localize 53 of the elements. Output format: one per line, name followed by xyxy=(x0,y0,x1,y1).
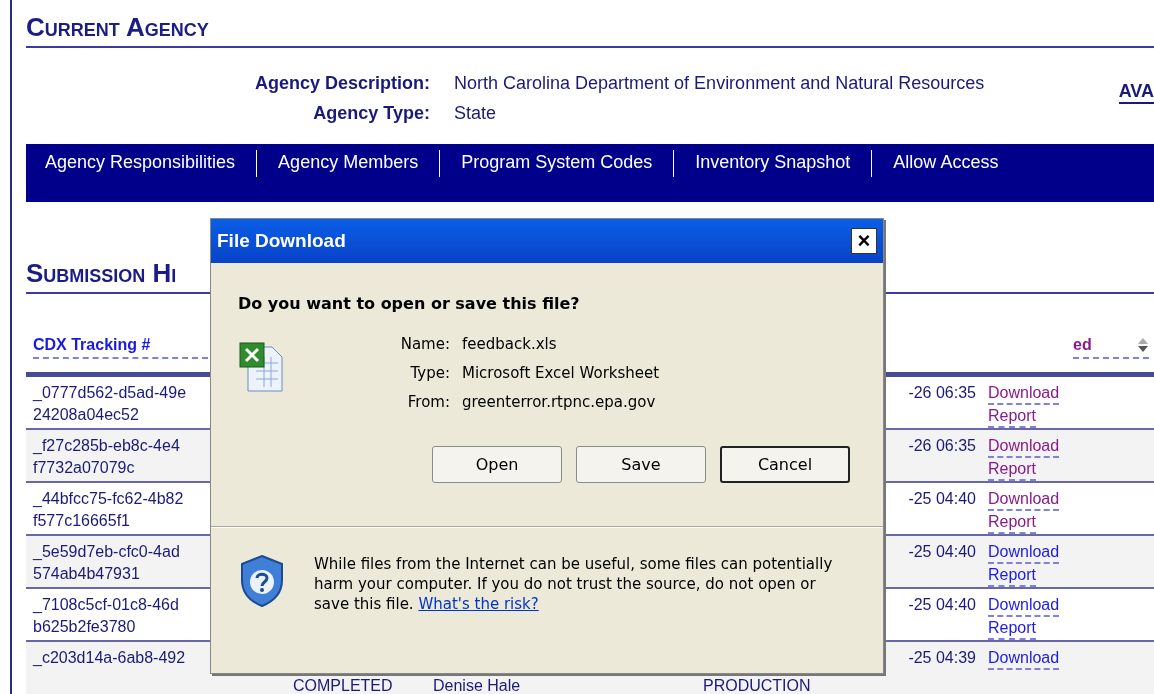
report-link[interactable]: Report xyxy=(988,458,1037,481)
table-cell-text: -26 06:35 xyxy=(907,383,977,403)
file-info-label: Name: xyxy=(399,335,450,353)
dialog-button[interactable]: Save xyxy=(576,446,706,483)
table-cell-text: _f27c285b-eb8c-4e4 f7732a07079c xyxy=(31,436,180,478)
table-cell-text: -25 04:40 xyxy=(907,489,977,509)
table-cell-text: _5e59d7eb-cfc0-4ad 574ab4b47931 xyxy=(31,542,180,584)
file-info-value: feedback.xls xyxy=(462,335,558,353)
download-link[interactable]: Download xyxy=(988,488,1060,511)
dialog-question: Do you want to open or save this file? xyxy=(238,294,581,313)
table-cell: COMPLETED xyxy=(293,677,393,694)
table-cell: Denise Hale xyxy=(433,677,521,694)
download-link[interactable]: Download xyxy=(988,594,1060,617)
download-link[interactable]: Download xyxy=(988,382,1060,405)
table-cell-text: -25 04:39 xyxy=(907,648,977,668)
tab[interactable]: Agency Responsibilities xyxy=(26,150,257,177)
field-value: North Carolina Department of Environment and Natural Resources xyxy=(454,73,985,94)
tab[interactable]: Allow Access xyxy=(871,150,1020,177)
file-info-value: Microsoft Excel Worksheet xyxy=(462,364,660,382)
table-cell-text: -25 04:40 xyxy=(907,595,977,615)
table-cell-text: _44bfcc75-fc62-4b82 f577c16665f1 xyxy=(31,489,184,531)
field-label: Agency Description: xyxy=(253,73,430,94)
close-button[interactable]: × xyxy=(851,228,877,254)
download-link[interactable]: Download xyxy=(988,541,1060,564)
file-info-value: greenterror.rtpnc.epa.gov xyxy=(462,393,657,411)
table-cell-text: -26 06:35 xyxy=(907,436,977,456)
field-value: State xyxy=(454,103,498,124)
tab[interactable]: Inventory Snapshot xyxy=(673,150,872,177)
column-header[interactable]: CDX Tracking # xyxy=(33,336,208,359)
table-cell-text: _7108c5cf-01c8-46d b625b2fe3780 xyxy=(31,595,179,637)
table-cell-text: _0777d562-d5ad-49e 24208a04ec52 xyxy=(31,383,187,425)
column-header[interactable]: ed xyxy=(1073,336,1149,359)
tab[interactable]: Agency Members xyxy=(256,150,440,177)
report-link[interactable]: Report xyxy=(988,511,1037,534)
file-info-label: From: xyxy=(406,393,450,411)
warning-text: While files from the Internet can be useful, some files can potentially harm your computer. If you do not trust the source, do not open or save this file. What's the risk? xyxy=(314,554,834,614)
section-link[interactable]: AVA xyxy=(1118,81,1154,104)
dialog-title: File Download xyxy=(217,230,346,252)
dialog-button[interactable]: Cancel xyxy=(720,446,850,483)
report-link[interactable]: Report xyxy=(988,617,1037,640)
download-link[interactable]: Download xyxy=(988,647,1060,670)
dialog-button[interactable]: Open xyxy=(432,446,562,483)
table-cell: PRODUCTION xyxy=(703,677,811,694)
report-link[interactable]: Report xyxy=(988,564,1037,587)
risk-link[interactable]: What's the risk? xyxy=(418,595,539,613)
section-heading: Current Agency xyxy=(26,12,1154,48)
table-cell-text: _c203d14a-6ab8-492 xyxy=(31,648,186,668)
download-link[interactable]: Download xyxy=(988,435,1060,458)
file-info-label: Type: xyxy=(409,364,450,382)
tab[interactable]: Program System Codes xyxy=(439,150,674,177)
field-label: Agency Type: xyxy=(312,103,430,124)
report-link[interactable]: Report xyxy=(988,405,1037,428)
security-shield-icon xyxy=(238,554,286,608)
